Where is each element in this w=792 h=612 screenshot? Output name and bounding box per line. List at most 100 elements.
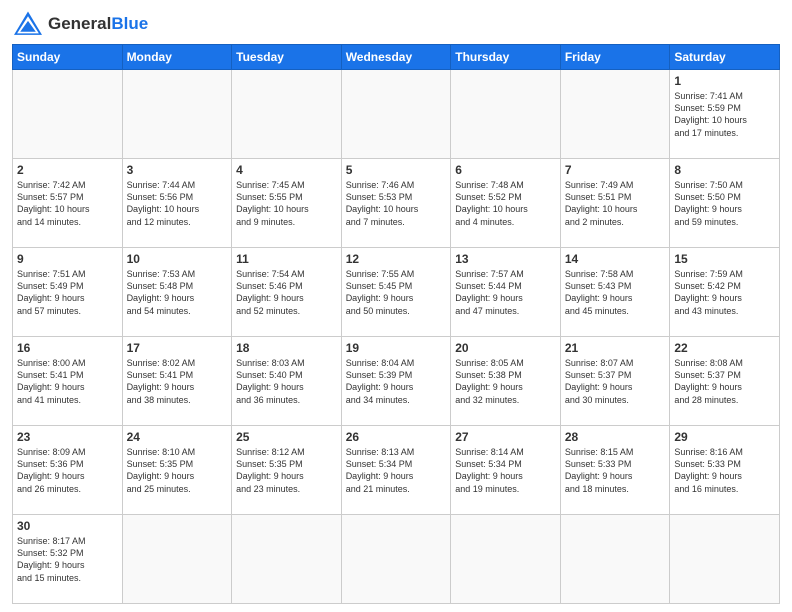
day-number: 27 [455,429,556,445]
week-row-2: 9Sunrise: 7:51 AM Sunset: 5:49 PM Daylig… [13,248,780,337]
calendar-cell [560,515,670,604]
calendar-cell: 27Sunrise: 8:14 AM Sunset: 5:34 PM Dayli… [451,426,561,515]
logo-icon [12,10,44,38]
cell-info: Sunrise: 8:08 AM Sunset: 5:37 PM Dayligh… [674,357,775,406]
day-header-wednesday: Wednesday [341,45,451,70]
calendar-cell: 26Sunrise: 8:13 AM Sunset: 5:34 PM Dayli… [341,426,451,515]
calendar-cell [670,515,780,604]
calendar-cell [122,70,232,159]
calendar-cell: 20Sunrise: 8:05 AM Sunset: 5:38 PM Dayli… [451,337,561,426]
calendar-cell [451,70,561,159]
calendar-cell: 3Sunrise: 7:44 AM Sunset: 5:56 PM Daylig… [122,159,232,248]
cell-info: Sunrise: 7:57 AM Sunset: 5:44 PM Dayligh… [455,268,556,317]
day-number: 23 [17,429,118,445]
cell-info: Sunrise: 7:53 AM Sunset: 5:48 PM Dayligh… [127,268,228,317]
calendar-cell [341,70,451,159]
calendar-cell: 21Sunrise: 8:07 AM Sunset: 5:37 PM Dayli… [560,337,670,426]
calendar-cell [451,515,561,604]
calendar-cell: 5Sunrise: 7:46 AM Sunset: 5:53 PM Daylig… [341,159,451,248]
calendar-cell: 23Sunrise: 8:09 AM Sunset: 5:36 PM Dayli… [13,426,123,515]
day-number: 20 [455,340,556,356]
day-header-tuesday: Tuesday [232,45,342,70]
calendar-cell [560,70,670,159]
header: GeneralBlue [12,10,780,38]
day-number: 1 [674,73,775,89]
day-number: 13 [455,251,556,267]
cell-info: Sunrise: 7:45 AM Sunset: 5:55 PM Dayligh… [236,179,337,228]
week-row-5: 30Sunrise: 8:17 AM Sunset: 5:32 PM Dayli… [13,515,780,604]
week-row-0: 1Sunrise: 7:41 AM Sunset: 5:59 PM Daylig… [13,70,780,159]
day-number: 24 [127,429,228,445]
calendar-cell: 30Sunrise: 8:17 AM Sunset: 5:32 PM Dayli… [13,515,123,604]
cell-info: Sunrise: 7:42 AM Sunset: 5:57 PM Dayligh… [17,179,118,228]
day-number: 29 [674,429,775,445]
cell-info: Sunrise: 8:14 AM Sunset: 5:34 PM Dayligh… [455,446,556,495]
day-header-sunday: Sunday [13,45,123,70]
week-row-4: 23Sunrise: 8:09 AM Sunset: 5:36 PM Dayli… [13,426,780,515]
calendar-cell: 4Sunrise: 7:45 AM Sunset: 5:55 PM Daylig… [232,159,342,248]
cell-info: Sunrise: 7:59 AM Sunset: 5:42 PM Dayligh… [674,268,775,317]
calendar-cell: 29Sunrise: 8:16 AM Sunset: 5:33 PM Dayli… [670,426,780,515]
calendar-cell: 28Sunrise: 8:15 AM Sunset: 5:33 PM Dayli… [560,426,670,515]
calendar-cell: 15Sunrise: 7:59 AM Sunset: 5:42 PM Dayli… [670,248,780,337]
calendar-cell: 24Sunrise: 8:10 AM Sunset: 5:35 PM Dayli… [122,426,232,515]
day-number: 30 [17,518,118,534]
cell-info: Sunrise: 8:05 AM Sunset: 5:38 PM Dayligh… [455,357,556,406]
day-number: 3 [127,162,228,178]
day-number: 14 [565,251,666,267]
day-number: 12 [346,251,447,267]
calendar-cell: 7Sunrise: 7:49 AM Sunset: 5:51 PM Daylig… [560,159,670,248]
logo: GeneralBlue [12,10,148,38]
day-header-row: SundayMondayTuesdayWednesdayThursdayFrid… [13,45,780,70]
calendar-table: SundayMondayTuesdayWednesdayThursdayFrid… [12,44,780,604]
calendar-cell: 6Sunrise: 7:48 AM Sunset: 5:52 PM Daylig… [451,159,561,248]
day-header-friday: Friday [560,45,670,70]
calendar-cell [13,70,123,159]
calendar-cell: 22Sunrise: 8:08 AM Sunset: 5:37 PM Dayli… [670,337,780,426]
day-number: 6 [455,162,556,178]
calendar-cell [232,515,342,604]
cell-info: Sunrise: 7:49 AM Sunset: 5:51 PM Dayligh… [565,179,666,228]
calendar-cell: 8Sunrise: 7:50 AM Sunset: 5:50 PM Daylig… [670,159,780,248]
cell-info: Sunrise: 8:15 AM Sunset: 5:33 PM Dayligh… [565,446,666,495]
day-number: 28 [565,429,666,445]
calendar-cell: 17Sunrise: 8:02 AM Sunset: 5:41 PM Dayli… [122,337,232,426]
calendar-cell: 18Sunrise: 8:03 AM Sunset: 5:40 PM Dayli… [232,337,342,426]
calendar-cell [232,70,342,159]
cell-info: Sunrise: 7:58 AM Sunset: 5:43 PM Dayligh… [565,268,666,317]
calendar-cell [341,515,451,604]
cell-info: Sunrise: 7:50 AM Sunset: 5:50 PM Dayligh… [674,179,775,228]
day-number: 19 [346,340,447,356]
cell-info: Sunrise: 8:16 AM Sunset: 5:33 PM Dayligh… [674,446,775,495]
day-number: 9 [17,251,118,267]
calendar-cell: 14Sunrise: 7:58 AM Sunset: 5:43 PM Dayli… [560,248,670,337]
calendar-cell: 11Sunrise: 7:54 AM Sunset: 5:46 PM Dayli… [232,248,342,337]
cell-info: Sunrise: 7:54 AM Sunset: 5:46 PM Dayligh… [236,268,337,317]
day-header-saturday: Saturday [670,45,780,70]
week-row-1: 2Sunrise: 7:42 AM Sunset: 5:57 PM Daylig… [13,159,780,248]
day-number: 26 [346,429,447,445]
cell-info: Sunrise: 8:10 AM Sunset: 5:35 PM Dayligh… [127,446,228,495]
calendar-cell [122,515,232,604]
day-number: 8 [674,162,775,178]
day-number: 10 [127,251,228,267]
calendar-cell: 16Sunrise: 8:00 AM Sunset: 5:41 PM Dayli… [13,337,123,426]
cell-info: Sunrise: 8:09 AM Sunset: 5:36 PM Dayligh… [17,446,118,495]
cell-info: Sunrise: 8:02 AM Sunset: 5:41 PM Dayligh… [127,357,228,406]
cell-info: Sunrise: 8:04 AM Sunset: 5:39 PM Dayligh… [346,357,447,406]
day-number: 2 [17,162,118,178]
cell-info: Sunrise: 8:00 AM Sunset: 5:41 PM Dayligh… [17,357,118,406]
cell-info: Sunrise: 7:46 AM Sunset: 5:53 PM Dayligh… [346,179,447,228]
day-number: 4 [236,162,337,178]
calendar-cell: 19Sunrise: 8:04 AM Sunset: 5:39 PM Dayli… [341,337,451,426]
day-number: 15 [674,251,775,267]
calendar-cell: 25Sunrise: 8:12 AM Sunset: 5:35 PM Dayli… [232,426,342,515]
calendar-cell: 9Sunrise: 7:51 AM Sunset: 5:49 PM Daylig… [13,248,123,337]
week-row-3: 16Sunrise: 8:00 AM Sunset: 5:41 PM Dayli… [13,337,780,426]
cell-info: Sunrise: 7:51 AM Sunset: 5:49 PM Dayligh… [17,268,118,317]
day-number: 5 [346,162,447,178]
calendar-cell: 12Sunrise: 7:55 AM Sunset: 5:45 PM Dayli… [341,248,451,337]
calendar-cell: 10Sunrise: 7:53 AM Sunset: 5:48 PM Dayli… [122,248,232,337]
day-number: 25 [236,429,337,445]
cell-info: Sunrise: 8:17 AM Sunset: 5:32 PM Dayligh… [17,535,118,584]
